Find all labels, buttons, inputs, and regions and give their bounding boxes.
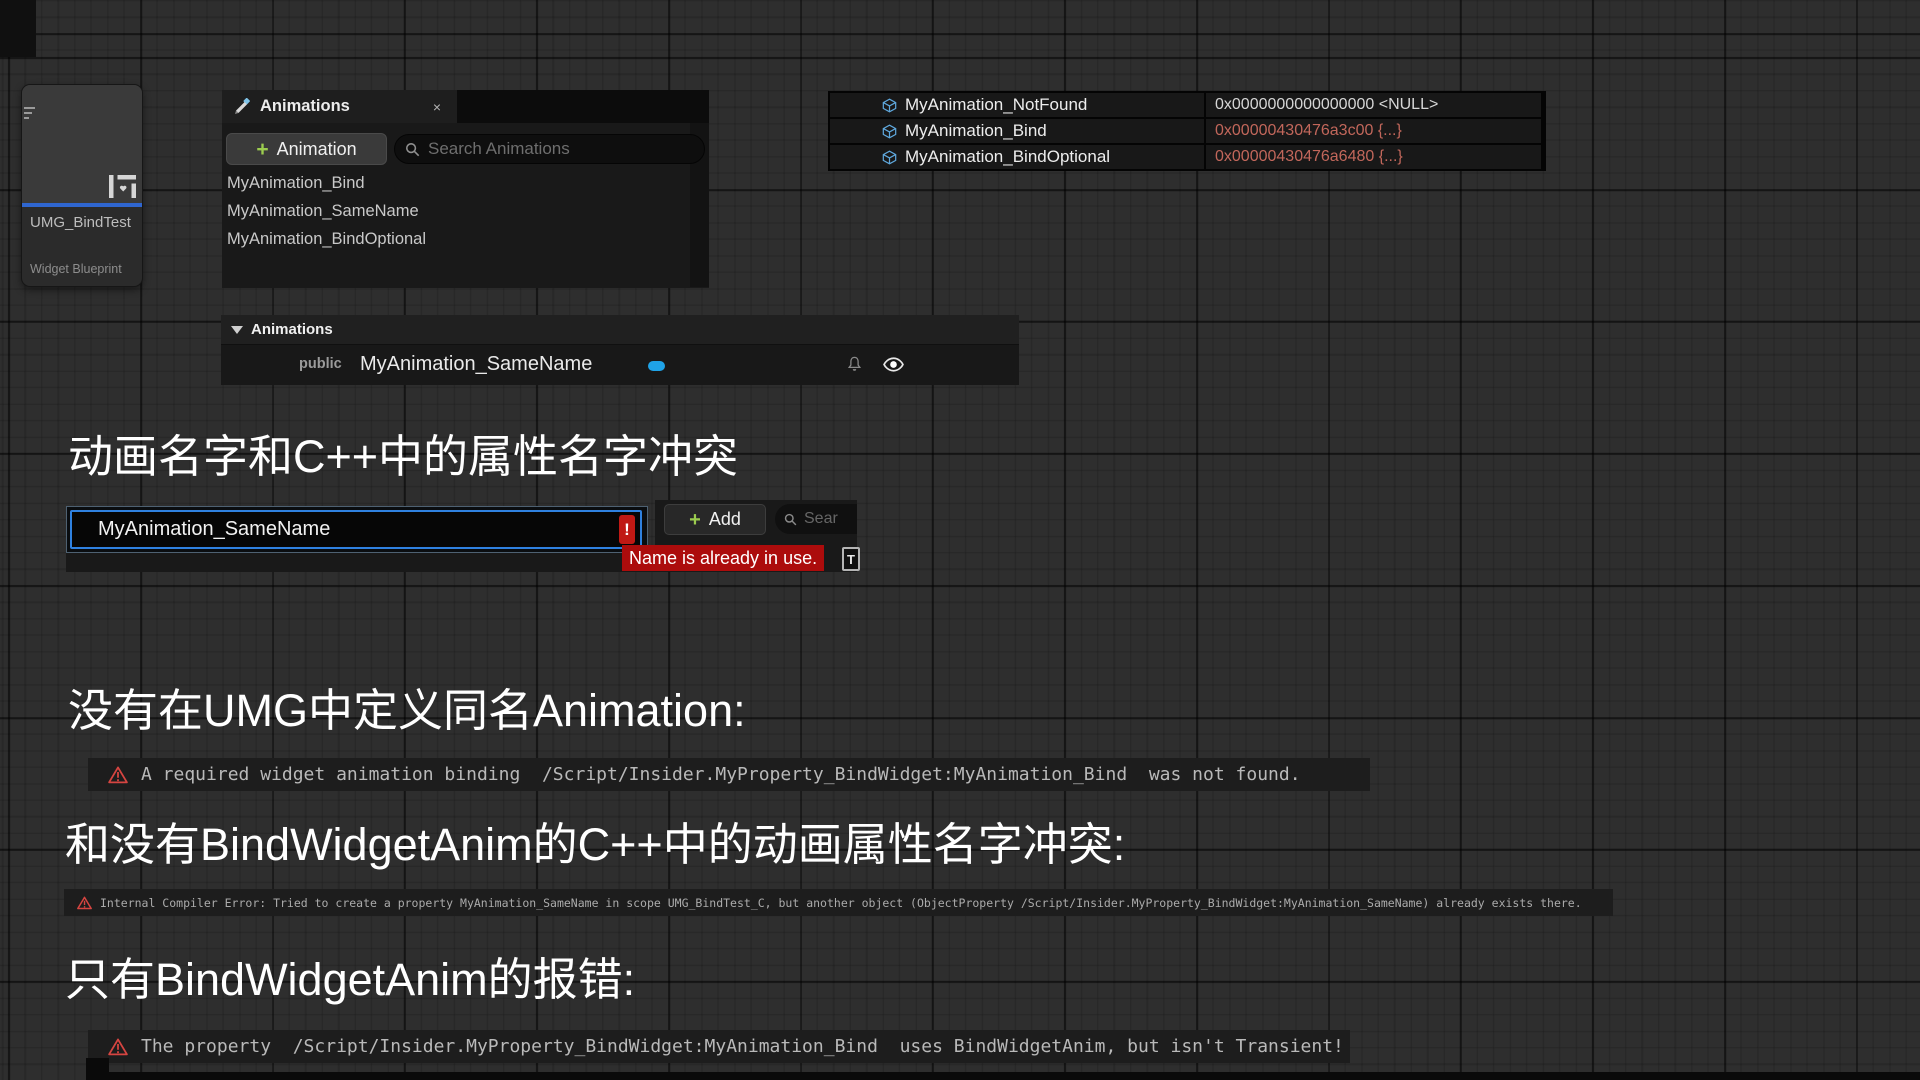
asset-thumbnail bbox=[22, 85, 142, 203]
toggle-pill[interactable] bbox=[648, 361, 665, 371]
warning-triangle-icon bbox=[77, 896, 92, 910]
animations-panel: Animations × + Animation MyAnimation_Bin… bbox=[222, 90, 709, 288]
asset-color-stripe bbox=[22, 203, 142, 207]
error-text: The property /Script/Insider.MyProperty_… bbox=[141, 1036, 1344, 1057]
warning-triangle-icon bbox=[108, 766, 128, 784]
animation-property-row[interactable]: public MyAnimation_SameName bbox=[221, 345, 1019, 385]
rename-input[interactable] bbox=[72, 518, 602, 541]
mini-search-field[interactable] bbox=[775, 504, 857, 534]
error-bar-not-found: A required widget animation binding /Scr… bbox=[88, 758, 1370, 791]
umg-widget-icon bbox=[109, 175, 136, 198]
animation-brush-icon bbox=[234, 98, 251, 115]
name-in-use-tooltip: Name is already in use. bbox=[622, 545, 824, 571]
property-name: MyAnimation_SameName bbox=[360, 353, 592, 376]
chevron-down-icon bbox=[231, 326, 243, 334]
watch-name: MyAnimation_Bind bbox=[905, 121, 1047, 141]
object-cube-icon bbox=[882, 124, 897, 139]
plus-icon: + bbox=[256, 139, 268, 160]
watch-row[interactable]: MyAnimation_NotFound 0x0000000000000000 … bbox=[830, 93, 1541, 117]
watch-value: 0x00000430476a3c00 {...} bbox=[1206, 119, 1541, 143]
asset-title: UMG_BindTest bbox=[30, 214, 131, 231]
error-text: Internal Compiler Error: Tried to create… bbox=[100, 896, 1582, 910]
watch-row[interactable]: MyAnimation_BindOptional 0x00000430476a6… bbox=[830, 145, 1541, 169]
tab-animations[interactable]: Animations × bbox=[222, 90, 457, 123]
warning-triangle-icon bbox=[108, 1038, 128, 1056]
ue-editor-canvas: UMG_BindTest Widget Blueprint Animations… bbox=[0, 0, 1920, 1080]
heading-not-defined-in-umg: 没有在UMG中定义同名Animation: bbox=[68, 686, 746, 736]
object-cube-icon bbox=[882, 98, 897, 113]
debug-watch-panel: MyAnimation_NotFound 0x0000000000000000 … bbox=[828, 91, 1546, 171]
animation-list-item[interactable]: MyAnimation_Bind bbox=[225, 169, 685, 197]
watch-row[interactable]: MyAnimation_Bind 0x00000430476a3c00 {...… bbox=[830, 119, 1541, 143]
bottom-edge-strip bbox=[95, 1072, 1920, 1080]
details-section-header[interactable]: Animations bbox=[221, 315, 1019, 345]
search-animations-input[interactable] bbox=[428, 139, 694, 159]
corner-block bbox=[0, 0, 36, 57]
error-bar-not-transient: The property /Script/Insider.MyProperty_… bbox=[88, 1030, 1350, 1063]
watch-name-cell: MyAnimation_Bind bbox=[830, 119, 1204, 143]
heading-name-conflict: 动画名字和C++中的属性名字冲突 bbox=[68, 432, 738, 482]
animation-list-item[interactable]: MyAnimation_BindOptional bbox=[225, 225, 685, 253]
watch-value: 0x00000430476a6480 {...} bbox=[1206, 145, 1541, 169]
add-animation-button[interactable]: + Animation bbox=[226, 133, 387, 165]
tab-label: Animations bbox=[260, 97, 350, 116]
error-bar-internal-compiler: Internal Compiler Error: Tried to create… bbox=[64, 889, 1613, 916]
access-specifier-label: public bbox=[299, 356, 342, 372]
mini-search-input[interactable] bbox=[804, 510, 857, 528]
asset-type-label: Widget Blueprint bbox=[30, 262, 122, 276]
watch-name-cell: MyAnimation_NotFound bbox=[830, 93, 1204, 117]
tab-close-icon[interactable]: × bbox=[424, 90, 450, 123]
bell-icon[interactable] bbox=[846, 355, 863, 374]
asset-card-widget-blueprint[interactable]: UMG_BindTest Widget Blueprint bbox=[21, 84, 143, 287]
search-icon bbox=[784, 513, 797, 526]
heading-only-bindwidgetanim-error: 只有BindWidgetAnim的报错: bbox=[65, 955, 635, 1005]
rename-panel-body bbox=[66, 552, 655, 572]
watch-value: 0x0000000000000000 <NULL> bbox=[1206, 93, 1541, 117]
add-button[interactable]: + Add bbox=[664, 504, 766, 535]
search-animations-field[interactable] bbox=[394, 134, 705, 164]
thumbnail-text-lines bbox=[24, 107, 35, 119]
heading-no-bindwidgetanim-conflict: 和没有BindWidgetAnim的C++中的动画属性名字冲突: bbox=[65, 820, 1125, 870]
rename-text-field[interactable] bbox=[70, 510, 642, 549]
search-icon bbox=[405, 142, 420, 157]
eye-icon[interactable] bbox=[882, 357, 905, 372]
text-cursor-icon: T bbox=[842, 547, 860, 571]
watch-name: MyAnimation_BindOptional bbox=[905, 147, 1110, 167]
animation-list-item[interactable]: MyAnimation_SameName bbox=[225, 197, 685, 225]
plus-icon: + bbox=[689, 510, 701, 530]
error-exclamation-badge: ! bbox=[619, 515, 635, 544]
animation-list: MyAnimation_Bind MyAnimation_SameName My… bbox=[225, 169, 685, 253]
watch-name-cell: MyAnimation_BindOptional bbox=[830, 145, 1204, 169]
bottom-edge-notch bbox=[86, 1058, 109, 1080]
animations-details-section: Animations public MyAnimation_SameName bbox=[221, 315, 1019, 385]
object-cube-icon bbox=[882, 150, 897, 165]
watch-name: MyAnimation_NotFound bbox=[905, 95, 1087, 115]
tab-strip: Animations × bbox=[222, 90, 709, 123]
error-text: A required widget animation binding /Scr… bbox=[141, 764, 1301, 785]
